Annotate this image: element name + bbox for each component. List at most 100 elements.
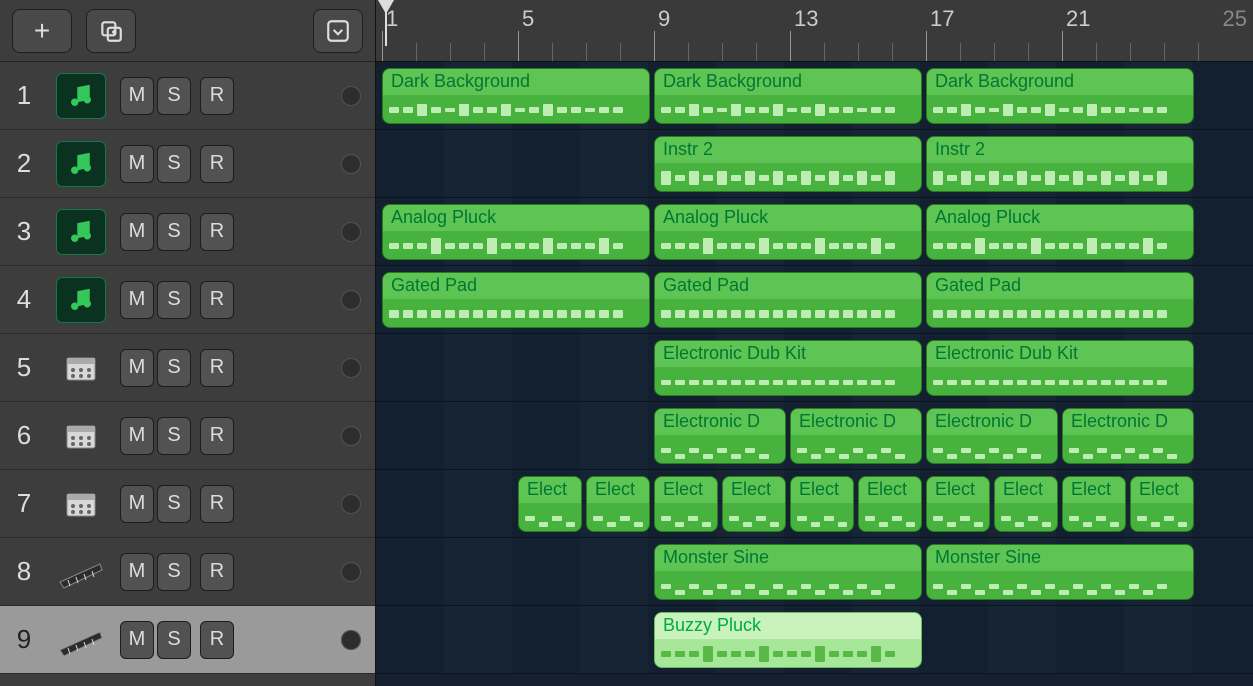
solo-button[interactable]: S [157,485,191,523]
arrange-lane[interactable]: Instr 2Instr 2 [376,130,1253,198]
midi-region[interactable]: Elect [586,476,650,532]
midi-region[interactable]: Electronic Dub Kit [926,340,1194,396]
track-header[interactable]: 5MSR [0,334,375,402]
add-track-button[interactable]: + [12,9,72,53]
midi-region[interactable]: Dark Background [926,68,1194,124]
midi-region[interactable]: Buzzy Pluck [654,612,922,668]
midi-region[interactable]: Analog Pluck [926,204,1194,260]
track-instrument-icon[interactable] [56,277,106,323]
solo-button[interactable]: S [157,553,191,591]
region-waveform [859,503,921,532]
record-enable-button[interactable]: R [200,553,234,591]
region-waveform [927,367,1193,396]
duplicate-track-button[interactable] [86,9,136,53]
midi-region[interactable]: Gated Pad [382,272,650,328]
region-waveform [655,503,717,532]
midi-region[interactable]: Electronic D [654,408,786,464]
arrange-lane[interactable]: ElectElectElectElectElectElectElectElect… [376,470,1253,538]
region-label: Electronic Dub Kit [927,341,1193,367]
record-enable-button[interactable]: R [200,145,234,183]
record-enable-button[interactable]: R [200,77,234,115]
track-instrument-icon[interactable] [56,73,106,119]
solo-button[interactable]: S [157,145,191,183]
midi-region[interactable]: Instr 2 [926,136,1194,192]
arrange-lane[interactable]: Electronic Dub KitElectronic Dub Kit [376,334,1253,402]
track-instrument-icon[interactable] [56,549,106,595]
record-enable-button[interactable]: R [200,417,234,455]
midi-region[interactable]: Elect [1130,476,1194,532]
mute-button[interactable]: M [120,621,154,659]
midi-region[interactable]: Electronic D [926,408,1058,464]
track-header[interactable]: 4MSR [0,266,375,334]
track-instrument-icon[interactable] [56,209,106,255]
midi-region[interactable]: Dark Background [382,68,650,124]
arrange-lane[interactable]: Gated PadGated PadGated Pad [376,266,1253,334]
track-menu-button[interactable] [313,9,363,53]
mute-button[interactable]: M [120,349,154,387]
midi-region[interactable]: Elect [518,476,582,532]
track-header[interactable]: 8MSR [0,538,375,606]
arrange-area[interactable]: 159131721 25 Dark BackgroundDark Backgro… [376,0,1253,686]
midi-region[interactable]: Elect [722,476,786,532]
track-instrument-icon[interactable] [56,617,106,663]
track-header[interactable]: 6MSR [0,402,375,470]
record-enable-button[interactable]: R [200,485,234,523]
record-enable-button[interactable]: R [200,281,234,319]
midi-region[interactable]: Electronic Dub Kit [654,340,922,396]
mute-button[interactable]: M [120,145,154,183]
solo-button[interactable]: S [157,77,191,115]
region-waveform [927,503,989,532]
region-label: Electronic D [1063,409,1193,435]
solo-button[interactable]: S [157,213,191,251]
track-header[interactable]: 3MSR [0,198,375,266]
midi-region[interactable]: Gated Pad [654,272,922,328]
midi-region[interactable]: Elect [790,476,854,532]
arrange-lane[interactable]: Electronic DElectronic DElectronic DElec… [376,402,1253,470]
midi-region[interactable]: Monster Sine [654,544,922,600]
track-header[interactable]: 9MSR [0,606,375,674]
midi-region[interactable]: Elect [1062,476,1126,532]
track-header[interactable]: 7MSR [0,470,375,538]
mute-button[interactable]: M [120,553,154,591]
track-instrument-icon[interactable] [56,345,106,391]
solo-button[interactable]: S [157,281,191,319]
ruler-bar-number: 1 [386,6,398,32]
track-header[interactable]: 2MSR [0,130,375,198]
arrange-lane[interactable]: Dark BackgroundDark BackgroundDark Backg… [376,62,1253,130]
track-header[interactable]: 1MSR [0,62,375,130]
region-waveform [587,503,649,532]
midi-region[interactable]: Monster Sine [926,544,1194,600]
arrange-lane[interactable]: Analog PluckAnalog PluckAnalog Pluck [376,198,1253,266]
mute-button[interactable]: M [120,485,154,523]
midi-region[interactable]: Elect [994,476,1058,532]
midi-region[interactable]: Gated Pad [926,272,1194,328]
timeline-ruler[interactable]: 159131721 25 [376,0,1253,62]
arrange-lane[interactable]: Monster SineMonster Sine [376,538,1253,606]
midi-region[interactable]: Dark Background [654,68,922,124]
track-instrument-icon[interactable] [56,141,106,187]
solo-button[interactable]: S [157,621,191,659]
solo-button[interactable]: S [157,349,191,387]
track-instrument-icon[interactable] [56,413,106,459]
ruler-end-marker: 25 [1223,6,1247,32]
midi-region[interactable]: Instr 2 [654,136,922,192]
mute-button[interactable]: M [120,213,154,251]
midi-region[interactable]: Analog Pluck [382,204,650,260]
region-waveform [655,163,921,192]
mute-button[interactable]: M [120,77,154,115]
midi-region[interactable]: Elect [654,476,718,532]
arrange-lane[interactable]: Buzzy Pluck [376,606,1253,674]
record-enable-button[interactable]: R [200,349,234,387]
midi-region[interactable]: Elect [926,476,990,532]
mute-button[interactable]: M [120,281,154,319]
record-enable-button[interactable]: R [200,621,234,659]
midi-region[interactable]: Analog Pluck [654,204,922,260]
solo-button[interactable]: S [157,417,191,455]
midi-region[interactable]: Electronic D [790,408,922,464]
record-enable-button[interactable]: R [200,213,234,251]
track-instrument-icon[interactable] [56,481,106,527]
midi-region[interactable]: Electronic D [1062,408,1194,464]
midi-region[interactable]: Elect [858,476,922,532]
region-label: Monster Sine [655,545,921,571]
mute-button[interactable]: M [120,417,154,455]
